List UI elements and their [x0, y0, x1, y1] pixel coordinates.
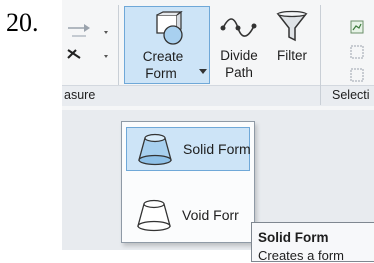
divide-path-label-line1: Divide — [220, 48, 258, 63]
measure-tool-row-1[interactable] — [66, 22, 110, 42]
tooltip-body: Creates a form — [258, 248, 344, 263]
create-form-label-line2: Form — [145, 66, 177, 81]
dimension-tool-icon — [67, 49, 108, 59]
ribbon: asure Selecti Create Form Divide Path Fi… — [62, 0, 374, 110]
select-underlay-icon[interactable] — [350, 45, 364, 59]
filter-button[interactable]: Filter — [268, 6, 316, 84]
void-form-label: Void Forr — [182, 207, 239, 223]
tooltip-title: Solid Form — [258, 230, 329, 245]
divide-path-icon — [220, 18, 257, 37]
measure-tool-icon — [68, 24, 108, 37]
measure-panel-label: asure — [64, 88, 96, 102]
menu-item-solid-form[interactable]: Solid Form — [126, 127, 251, 171]
chevron-down-icon — [199, 69, 207, 74]
step-number: 20. — [6, 8, 39, 37]
filter-icon — [276, 10, 308, 42]
measure-tool-row-2[interactable] — [66, 46, 110, 66]
selection-panel-label: Selecti — [332, 88, 370, 102]
solid-form-icon — [138, 133, 172, 166]
create-form-button[interactable]: Create Form — [124, 6, 210, 84]
select-pinned-icon[interactable] — [350, 68, 364, 82]
void-form-icon — [137, 199, 171, 232]
select-links-icon[interactable] — [350, 20, 364, 34]
panel-separator — [320, 5, 321, 105]
divide-path-label-line2: Path — [225, 65, 253, 80]
tooltip: Solid Form Creates a form — [251, 222, 374, 263]
create-form-label-line1: Create — [142, 49, 184, 64]
solid-form-label: Solid Form — [183, 141, 251, 157]
divide-path-button[interactable]: Divide Path — [214, 6, 264, 84]
filter-label: Filter — [277, 48, 307, 63]
panel-label-bar — [62, 85, 374, 106]
create-form-icon — [156, 11, 183, 45]
create-form-dropdown: Solid Form Void Forr — [121, 121, 255, 243]
menu-item-void-form[interactable]: Void Forr — [126, 194, 250, 238]
